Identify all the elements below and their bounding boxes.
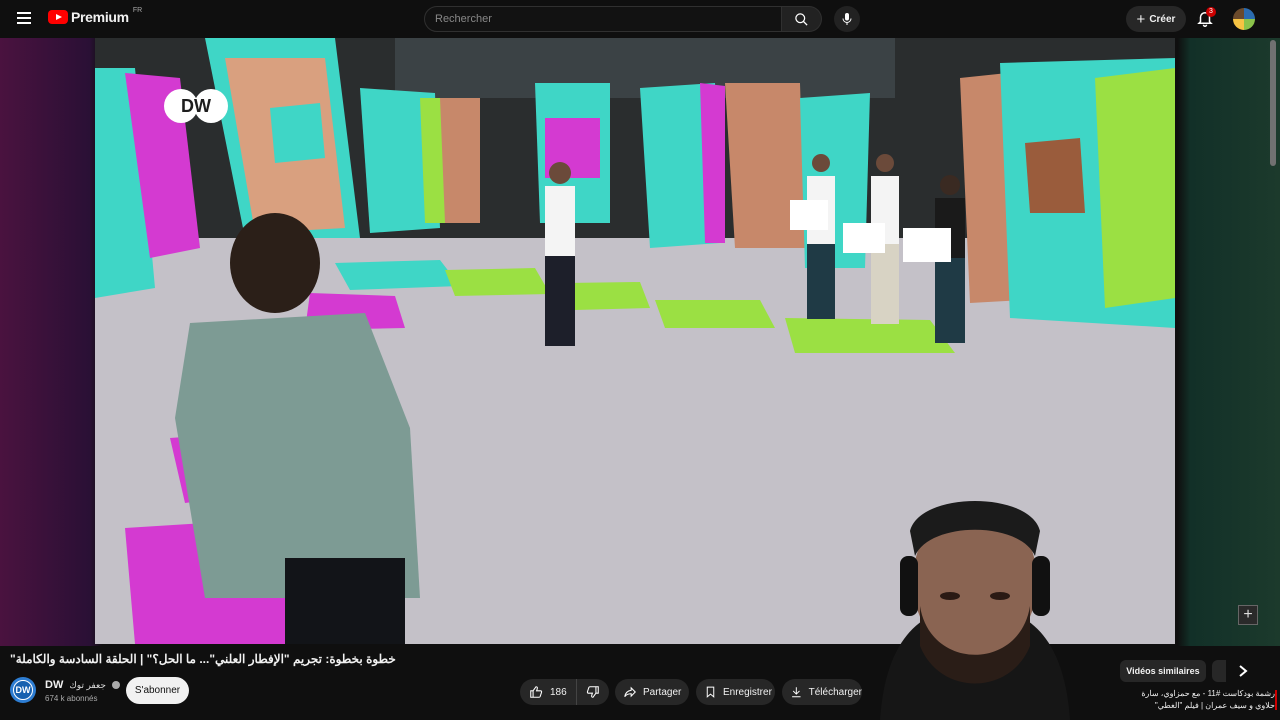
- search-icon: [795, 12, 808, 26]
- webcam-overlay: [830, 496, 1120, 720]
- channel-avatar-text: DW: [13, 680, 33, 700]
- hamburger-menu-icon[interactable]: [14, 9, 34, 29]
- logo-text: Premium: [71, 9, 129, 25]
- save-button[interactable]: Enregistrer: [696, 679, 775, 705]
- bookmark-icon: [706, 686, 715, 698]
- verified-check-icon: [111, 681, 120, 690]
- youtube-watch-page: Premium FR + Créer 3: [0, 0, 1280, 720]
- notifications-button[interactable]: 3: [1196, 7, 1216, 29]
- dislike-button[interactable]: [577, 679, 609, 705]
- chevron-right-icon: [1239, 665, 1248, 677]
- download-button[interactable]: Télécharger: [782, 679, 862, 705]
- share-label: Partager: [643, 686, 682, 698]
- video-title: خطوة بخطوة: تجريم "الإفطار العلني"... ما…: [10, 652, 396, 666]
- page-scrollbar[interactable]: [1270, 40, 1276, 166]
- like-count: 186: [550, 686, 567, 698]
- search-button[interactable]: [782, 6, 822, 32]
- chip-scroll-right-button[interactable]: [1234, 662, 1252, 680]
- share-button[interactable]: Partager: [615, 679, 689, 705]
- related-video-item[interactable]: رشمة بودكاست #11 - مع حمزاوي، سارة حلاوي…: [1125, 688, 1277, 712]
- watched-progress-bar: [1275, 690, 1277, 710]
- like-button[interactable]: 186: [520, 679, 577, 705]
- channel-name-suffix: جعفر توك: [69, 680, 106, 690]
- share-icon: [624, 686, 636, 698]
- subscribe-button[interactable]: S'abonner: [126, 677, 189, 704]
- search-box[interactable]: [424, 6, 782, 32]
- region-code: FR: [132, 6, 143, 14]
- search-input[interactable]: [435, 13, 781, 25]
- dw-logo: DW: [163, 88, 229, 124]
- voice-search-button[interactable]: [834, 6, 860, 32]
- account-avatar[interactable]: [1233, 8, 1255, 30]
- plus-icon: +: [1136, 10, 1146, 28]
- streamer-face: [880, 501, 1070, 720]
- youtube-play-icon: [48, 10, 68, 24]
- create-label: Créer: [1149, 13, 1176, 25]
- like-dislike-group: 186: [520, 679, 609, 705]
- create-button[interactable]: + Créer: [1126, 6, 1186, 32]
- thumbs-up-icon: [530, 686, 543, 698]
- channel-name-text: DW: [45, 679, 64, 691]
- subscriber-count: 674 k abonnés: [45, 694, 98, 703]
- dw-logo-mark: DW: [164, 89, 228, 123]
- related-video-title: رشمة بودكاست #11 - مع حمزاوي، سارة حلاوي…: [1141, 689, 1275, 710]
- related-videos-chip[interactable]: Vidéos similaires: [1120, 660, 1206, 682]
- download-label: Télécharger: [808, 686, 862, 698]
- top-bar: Premium FR + Créer 3: [0, 0, 1280, 38]
- save-label: Enregistrer: [723, 686, 772, 698]
- dw-logo-text: DW: [181, 96, 211, 116]
- next-chip-partial[interactable]: [1212, 660, 1226, 682]
- microphone-icon: [842, 13, 852, 25]
- add-overlay-button[interactable]: +: [1238, 605, 1258, 625]
- channel-avatar[interactable]: DW: [10, 677, 36, 703]
- download-icon: [792, 687, 801, 698]
- notification-badge: 3: [1206, 7, 1216, 17]
- youtube-premium-logo[interactable]: Premium FR: [48, 6, 143, 25]
- thumbs-down-icon: [586, 686, 599, 698]
- channel-name[interactable]: DW جعفر توك: [45, 679, 120, 691]
